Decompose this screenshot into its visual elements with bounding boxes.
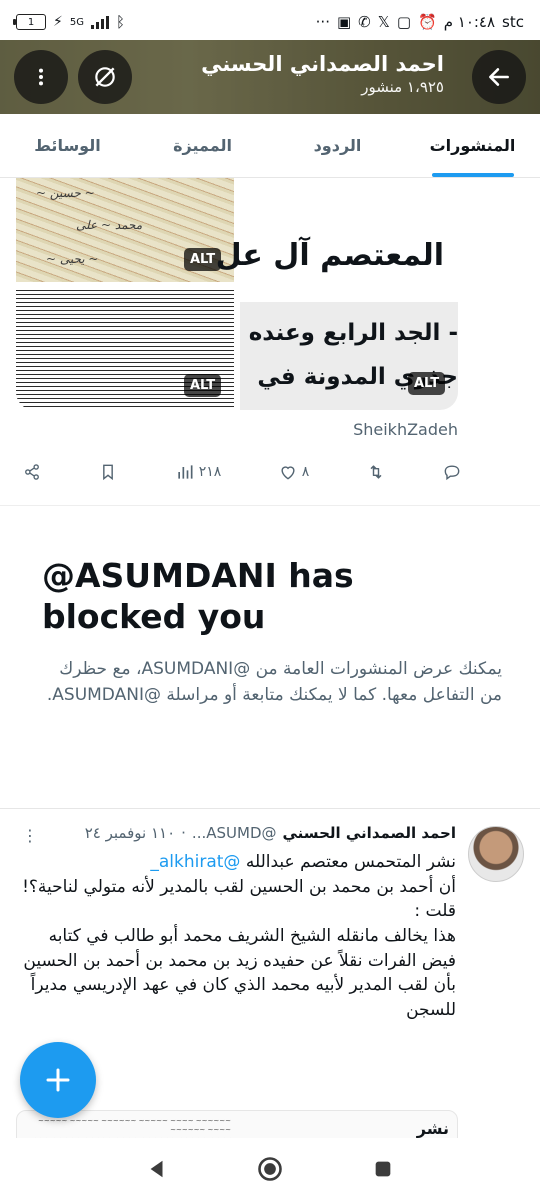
post-actions: ٨ ٢١٨ (22, 452, 462, 492)
nav-back-button[interactable] (137, 1149, 177, 1189)
status-left: 1 ⚡ 5G ᛒ (13, 13, 125, 31)
grok-button[interactable] (78, 50, 132, 104)
tab-highlights-label: المميزة (173, 136, 232, 155)
views-icon (178, 465, 193, 479)
tweet-line4: هذا يخالف مانقله الشيخ الشريف محمد أبو ط… (23, 925, 456, 1020)
blocked-message: يمكنك عرض المنشورات العامة من @ASUMDANI،… (46, 658, 502, 705)
media-image-manuscript-1[interactable]: ~ حسين ~ محمد ~ على ~ يحيى ~ ALT (16, 178, 234, 282)
tab-posts-label: المنشورات (429, 136, 516, 155)
alt-badge[interactable]: ALT (184, 374, 222, 397)
post-media-grid: ~ حسين ~ محمد ~ على ~ يحيى ~ ALT ALT الم… (16, 178, 458, 410)
repost-button[interactable] (366, 462, 386, 482)
tweet-author-name[interactable]: احمد الصمداني الحسني (283, 824, 457, 842)
tweet-line1: نشر المتحمس معتصم عبدالله @alkhirat_ (16, 850, 456, 875)
image-text-line1: المعتصم آل عل (215, 238, 444, 273)
tweet-date: ١١٠ نوفمبر ٢٤ (84, 824, 176, 842)
tab-replies[interactable]: الردود (270, 114, 405, 177)
share-button[interactable] (22, 462, 42, 482)
bookmark-button[interactable] (98, 462, 118, 482)
network-label: 5G (69, 16, 84, 28)
tab-media-label: الوسائط (34, 136, 101, 155)
image-text-line2: - الجد الرابع وعنده (248, 320, 458, 346)
tweet-sep: · (181, 824, 186, 842)
posts-count: ١،٩٢٥ منشور (361, 78, 444, 96)
profile-tabs: المنشورات الردود المميزة الوسائط (0, 114, 540, 178)
tweet-more-icon[interactable]: ⋮ (22, 826, 39, 845)
grok-icon (95, 67, 115, 87)
profile-name: احمد الصمداني الحسني (201, 52, 444, 76)
tweet-line1-text: نشر المتحمس معتصم عبدالله (245, 852, 456, 872)
more-button[interactable] (14, 50, 68, 104)
blocked-heading: @ASUMDANI has blocked you (42, 556, 354, 637)
tab-posts[interactable]: المنشورات (405, 114, 540, 177)
more-vertical-icon (38, 68, 44, 86)
views-count: ٢١٨ (198, 464, 222, 480)
divider (0, 505, 540, 506)
tweet-mention[interactable]: @alkhirat_ (150, 852, 240, 872)
app-icon: ▢ (396, 13, 412, 31)
tab-highlights[interactable]: المميزة (135, 114, 270, 177)
manuscript-scribble: ~ يحيى ~ (46, 252, 99, 266)
manuscript-scribble: محمد ~ على (76, 218, 143, 232)
alarm-icon: ⏰ (418, 13, 437, 31)
tweet-line3: قلت : (414, 901, 456, 922)
arrow-left-icon (489, 68, 509, 86)
x-icon: 𝕏 (377, 13, 390, 31)
quote-preview-text: نشر (416, 1119, 449, 1138)
notification-icon: ▣ (336, 13, 352, 31)
like-count: ٨ (301, 464, 310, 480)
battery-level: 1 (27, 16, 35, 28)
tab-media[interactable]: الوسائط (0, 114, 135, 177)
phone-icon: ✆ (358, 13, 371, 31)
nav-home-button[interactable] (250, 1149, 290, 1189)
tab-replies-label: الردود (313, 136, 362, 155)
media-source[interactable]: SheikhZadeh (353, 420, 458, 439)
profile-header: احمد الصمداني الحسني ١،٩٢٥ منشور (0, 40, 540, 114)
plus-icon (46, 1068, 70, 1092)
media-image-manuscript-2[interactable]: ALT (16, 288, 234, 410)
repost-icon (370, 465, 382, 479)
bluetooth-icon: ᛒ (115, 13, 125, 31)
divider (0, 808, 540, 809)
blocked-notice: @ASUMDANI has blocked you يمكنك عرض المن… (42, 555, 502, 708)
system-nav-bar (0, 1138, 540, 1200)
avatar[interactable] (468, 826, 524, 882)
status-time: ١٠:٤٨ م (443, 13, 496, 31)
alt-badge[interactable]: ALT (408, 372, 446, 395)
reply-icon (444, 465, 460, 481)
compose-fab[interactable] (20, 1042, 96, 1118)
heart-icon (281, 466, 295, 480)
bookmark-icon (103, 464, 114, 481)
manuscript-scribble: ~ حسين ~ (36, 186, 95, 200)
carrier-label: stc (502, 13, 524, 31)
share-icon (25, 464, 39, 480)
triangle-back-icon (150, 1160, 163, 1178)
dots-icon: ··· (315, 13, 330, 31)
header-title: احمد الصمداني الحسني ١،٩٢٥ منشور (201, 52, 444, 96)
tweet-line2: أن أحمد بن محمد بن الحسين لقب بالمدير لأ… (22, 876, 456, 897)
media-image-text[interactable]: المعتصم آل عل - الجد الرابع وعنده جذري ا… (216, 178, 458, 410)
nav-recents-button[interactable] (363, 1149, 403, 1189)
tweet-header: احمد الصمداني الحسني @ASUMD... · ١١٠ نوف… (85, 824, 456, 842)
home-circle-icon (258, 1157, 282, 1181)
tweet-body: نشر المتحمس معتصم عبدالله @alkhirat_ أن … (16, 850, 456, 1022)
signal-icon (90, 15, 109, 29)
reply-button[interactable] (442, 462, 462, 482)
like-button[interactable]: ٨ (278, 462, 310, 482)
square-recents-icon (375, 1161, 391, 1177)
status-bar: 1 ⚡ 5G ᛒ ··· ▣ ✆ 𝕏 ▢ ⏰ ١٠:٤٨ م stc (0, 0, 540, 44)
charging-icon: ⚡ (53, 14, 63, 30)
status-right: ··· ▣ ✆ 𝕏 ▢ ⏰ ١٠:٤٨ م stc (316, 13, 524, 31)
battery-icon: 1 (13, 14, 46, 30)
back-button[interactable] (472, 50, 526, 104)
tweet-handle: @ASUMD... (191, 824, 277, 842)
views-button[interactable]: ٢١٨ (175, 462, 222, 482)
